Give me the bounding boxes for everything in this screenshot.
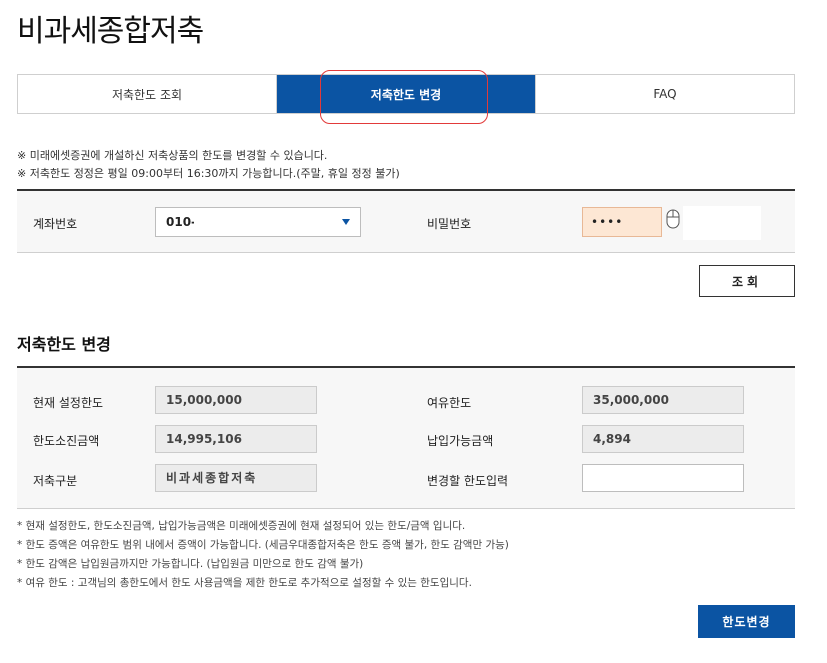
page-title: 비과세종합저축 [17, 14, 204, 49]
footnotes: * 현재 설정한도, 한도소진금액, 납입가능금액은 미래에셋증권에 현재 설정… [17, 517, 509, 593]
footnote-line: * 여유 한도 : 고객님의 총한도에서 한도 사용금액을 제한 한도로 추가적… [17, 577, 472, 589]
new-limit-label: 변경할 한도입력 [427, 474, 509, 488]
change-limit-button[interactable]: 한도변경 [698, 605, 795, 638]
password-label: 비밀번호 [427, 217, 472, 231]
footnote-line: * 한도 증액은 여유한도 범위 내에서 증액이 가능합니다. (세금우대종합저… [17, 539, 509, 551]
tab-limit-inquiry[interactable]: 저축한도 조회 [18, 75, 276, 113]
account-search-panel: 계좌번호 010- 비밀번호 •••• [17, 189, 795, 253]
tab-faq[interactable]: FAQ [535, 75, 794, 113]
savings-type-label: 저축구분 [33, 474, 78, 488]
section-title: 저축한도 변경 [17, 335, 111, 354]
spare-limit-label: 여유한도 [427, 396, 472, 410]
tab-label: 저축한도 변경 [370, 87, 442, 102]
account-value: 010- [166, 215, 197, 229]
mouse-icon[interactable] [666, 209, 680, 229]
used-amount-label: 한도소진금액 [33, 434, 100, 448]
notice-text: ※ 미래에셋증권에 개설하신 저축상품의 한도를 변경할 수 있습니다. ※ 저… [17, 147, 400, 183]
inquiry-button[interactable]: 조회 [699, 265, 795, 297]
notice-line: ※ 저축한도 정정은 평일 09:00부터 16:30까지 가능합니다.(주말,… [17, 167, 400, 180]
limit-detail-panel: 현재 설정한도 15,000,000 여유한도 35,000,000 한도소진금… [17, 366, 795, 509]
new-limit-input[interactable] [582, 464, 744, 492]
used-amount-value: 14,995,106 [155, 425, 317, 453]
current-limit-value: 15,000,000 [155, 386, 317, 414]
payable-value: 4,894 [582, 425, 744, 453]
savings-type-value: 비과세종합저축 [155, 464, 317, 492]
notice-line: ※ 미래에셋증권에 개설하신 저축상품의 한도를 변경할 수 있습니다. [17, 149, 328, 162]
masked-area [683, 206, 761, 240]
tab-bar: 저축한도 조회 저축한도 변경 FAQ [17, 74, 795, 114]
tab-limit-change[interactable]: 저축한도 변경 [276, 75, 535, 113]
masked-area [194, 209, 264, 235]
triangle-down-icon [342, 219, 350, 225]
footnote-line: * 현재 설정한도, 한도소진금액, 납입가능금액은 미래에셋증권에 현재 설정… [17, 520, 466, 532]
account-label: 계좌번호 [33, 217, 78, 231]
spare-limit-value: 35,000,000 [582, 386, 744, 414]
account-select[interactable]: 010- [155, 207, 361, 237]
current-limit-label: 현재 설정한도 [33, 396, 104, 410]
tab-label: 저축한도 조회 [111, 87, 183, 102]
footnote-line: * 한도 감액은 납입원금까지만 가능합니다. (납입원금 미만으로 한도 감액… [17, 558, 364, 570]
tab-label: FAQ [653, 87, 677, 101]
payable-label: 납입가능금액 [427, 434, 494, 448]
password-input[interactable]: •••• [582, 207, 662, 237]
